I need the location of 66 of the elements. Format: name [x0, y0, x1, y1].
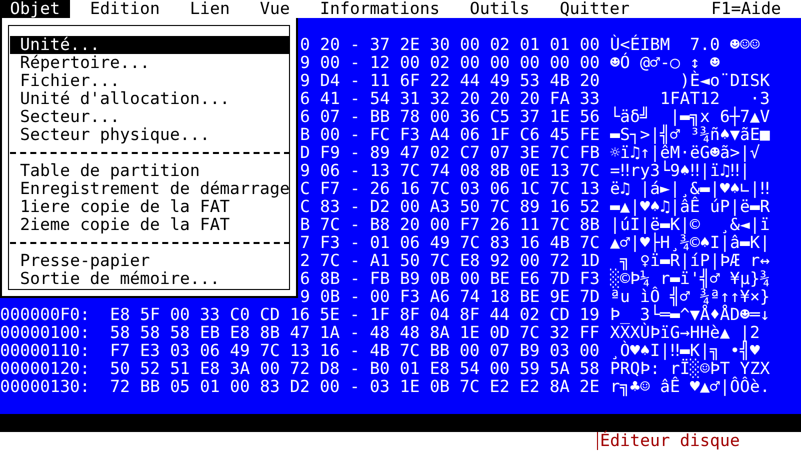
menu-item[interactable]: Lien — [180, 0, 240, 18]
menu-option[interactable]: 1iere copie de la FAT — [10, 198, 290, 216]
menu-item[interactable]: Outils — [460, 0, 540, 18]
hex-bytes: 9 D4 - 11 6F 22 44 49 53 4B 20 — [300, 72, 601, 90]
hex-bytes: 9 06 - 13 7C 74 08 8B 0E 13 7C — [300, 162, 601, 180]
hex-bytes: 0 20 - 37 2E 30 00 02 01 01 00 — [300, 36, 601, 54]
offset-label: 00000130: — [0, 378, 90, 396]
ascii-text: ☻Ó @♂-○ ↕ ☻ — [610, 54, 720, 72]
ascii-text: ☼ï♫↑|êM·ëG☻ã>|√ — [610, 144, 760, 162]
hex-bytes: 50 52 51 E8 3A 00 72 D8 - B0 01 E8 54 00 59 5A 58 — [110, 360, 601, 378]
ascii-text: r╗♣☺ âÊ ♥▲♂|ÔÔè. — [610, 378, 770, 396]
ascii-text: ë♫ |á►|¸&▬|♥♠∟|‼ — [610, 180, 770, 198]
ascii-text: XXXÙÞïG→HHè▲ |2 — [610, 324, 760, 342]
offset-label: 00000120: — [0, 360, 90, 378]
ascii-text: ▲♂|♥├H¸¾©♠I|â▬K| — [610, 234, 770, 252]
offset-label: 00000110: — [0, 342, 90, 360]
offset-label: 000000F0: — [0, 306, 90, 324]
menu-option[interactable]: Presse-papier — [10, 252, 290, 270]
ascii-text: └äδ╝ |▬╗x 6┼7▲V — [610, 108, 770, 126]
hex-bytes: 6 07 - BB 78 00 36 C5 37 1E 56 — [300, 108, 601, 126]
menu-option[interactable]: Secteur... — [10, 108, 290, 126]
hex-bytes: 6 41 - 54 31 32 20 20 20 FA 33 — [300, 90, 601, 108]
menu-option[interactable]: Fichier... — [10, 72, 290, 90]
menu-item[interactable]: Informations — [310, 0, 450, 18]
hex-bytes: 58 58 58 EB E8 8B 47 1A - 48 48 8A 1E 0D 7C 32 FF — [110, 324, 601, 342]
menu-option[interactable]: Secteur physique... — [10, 126, 290, 144]
status-text: Éditeur disque — [597, 432, 740, 450]
hex-bytes: 9 00 - 12 00 02 00 00 00 00 00 — [300, 54, 601, 72]
ascii-text: ▬▲|♥♠♫|âÊ úP|ë▬R — [610, 198, 770, 216]
ascii-text: ªu ìÔ ╣♂ ¾ª↑↑¥×} — [610, 288, 770, 306]
offset-label: 00000100: — [0, 324, 90, 342]
ascii-text: ╗ ♀ï▬R|íP|ÞÆ r↔ — [620, 252, 770, 270]
ascii-text: ▬S┐>|╣♂ ³¾ñ♠▼ãE■ — [610, 126, 770, 144]
hex-bytes: C 83 - D2 00 A3 50 7C 89 16 52 — [300, 198, 601, 216]
menu-option[interactable]: Unité d'allocation... — [10, 90, 290, 108]
hex-bytes: 6 8B - FB B9 0B 00 BE E6 7D F3 — [300, 270, 601, 288]
ascii-text: =‼ry3└9♠‼|ï♫‼| — [610, 162, 750, 180]
menu-item[interactable]: Objet — [0, 0, 70, 18]
ascii-text: |úI|ë▬K|© ¸&◄|ï — [610, 216, 770, 234]
menu-item[interactable]: Edition — [80, 0, 170, 18]
menu-option[interactable]: Enregistrement de démarrage — [10, 180, 290, 198]
menu-option[interactable]: Unité... — [10, 36, 290, 54]
menu-item[interactable]: Quitter — [550, 0, 640, 18]
hex-bytes: B 00 - FC F3 A4 06 1F C6 45 FE — [300, 126, 601, 144]
ascii-text: 1FAT12 ·3 — [658, 90, 770, 108]
ascii-text: ¸Ò♥♠I|‼▬K|╗ •╣♥ — [610, 342, 760, 360]
hex-bytes: B 7C - B8 20 00 F7 26 11 7C 8B — [300, 216, 601, 234]
hex-bytes: D F9 - 89 47 02 C7 07 3E 7C FB — [300, 144, 601, 162]
menu-option[interactable]: Répertoire... — [10, 54, 290, 72]
hex-bytes: F7 E3 03 06 49 7C 13 16 - 4B 7C BB 00 07 B9 03 00 — [110, 342, 601, 360]
menu-option[interactable]: 2ieme copie de la FAT — [10, 216, 290, 234]
ascii-text: Ù<ÉIBM 7.0 ☻☺☺ — [610, 36, 760, 54]
hex-bytes: 7 F3 - 01 06 49 7C 83 16 4B 7C — [300, 234, 601, 252]
hex-bytes: E8 5F 00 33 C0 CD 16 5E - 1F 8F 04 8F 44 02 CD 19 — [110, 306, 601, 324]
ascii-text: ░©Þ¼ r▬ï'╣♂ ¥µ}¾ — [610, 270, 770, 288]
ascii-text: PRQÞ: rÏ░☺ÞT YZX — [610, 360, 770, 378]
menu-option[interactable]: Sortie de mémoire... — [10, 270, 290, 288]
hex-bytes: 9 0B - 00 F3 A6 74 18 BE 9E 7D — [300, 288, 601, 306]
hex-bytes: 2 7C - A1 50 7C E8 92 00 72 1D — [300, 252, 601, 270]
ascii-text: )È◄o¨DISK — [680, 72, 770, 90]
ascii-text: Þ_ 3└═▬^▼Å♦ÅD☻═↓ — [610, 306, 770, 324]
menu-option[interactable]: Table de partition — [10, 162, 290, 180]
help-hint: F1=Aide — [711, 0, 781, 18]
hex-bytes: 72 BB 05 01 00 83 D2 00 - 03 1E 0B 7C E2 E2 8A 2E — [110, 378, 601, 396]
hex-bytes: C F7 - 26 16 7C 03 06 1C 7C 13 — [300, 180, 601, 198]
menu-item[interactable]: Vue — [250, 0, 300, 18]
